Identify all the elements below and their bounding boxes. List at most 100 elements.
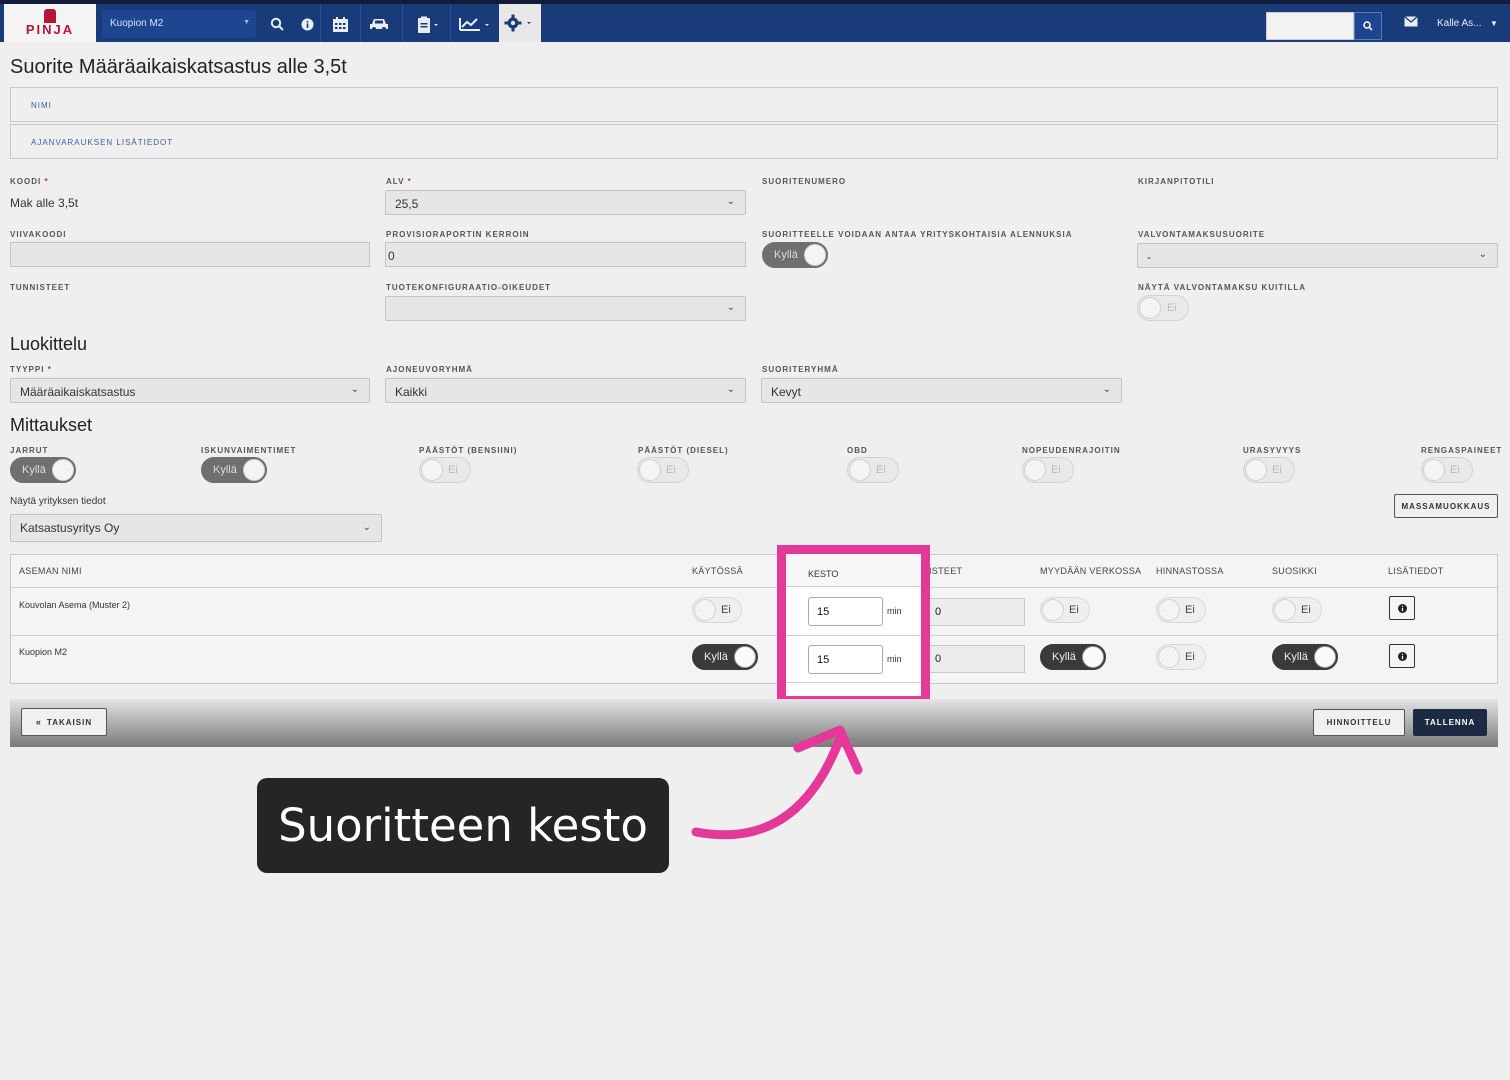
row1-kaytossa-toggle[interactable]: Ei: [692, 597, 742, 623]
row2-info-button[interactable]: [1389, 644, 1415, 668]
toggle-knob: [1158, 646, 1180, 668]
ajoneuvo-label: AJONEUVORYHMÄ: [386, 365, 473, 374]
suoriteryhma-value: Kevyt: [771, 385, 802, 399]
row1-myydaan-toggle[interactable]: Ei: [1040, 597, 1090, 623]
urasyvyys-label: URASYVYYS: [1243, 446, 1302, 455]
nopeudenrajoitin-toggle[interactable]: Ei: [1022, 457, 1074, 483]
yritys-select[interactable]: Katsastusyritys Oy ⌄: [10, 514, 382, 542]
section-ajanvaraus[interactable]: AJANVARAUKSEN LISÄTIEDOT: [10, 124, 1498, 159]
toolbar-divider: [402, 4, 403, 42]
paastot-diesel-toggle[interactable]: Ei: [637, 457, 689, 483]
search-icon[interactable]: [266, 9, 288, 39]
luokittelu-heading: Luokittelu: [10, 334, 88, 354]
row-divider: [11, 635, 1497, 636]
paastot-bensiini-toggle[interactable]: Ei: [419, 457, 471, 483]
obd-toggle[interactable]: Ei: [847, 457, 899, 483]
user-menu[interactable]: Kalle As...: [1437, 18, 1481, 29]
viivakoodi-input[interactable]: [10, 242, 370, 267]
row1-suosikki-toggle[interactable]: Ei: [1272, 597, 1322, 623]
row2-kesto-unit: min: [887, 654, 902, 664]
info-icon[interactable]: [296, 9, 318, 39]
iskunvaimentimet-toggle[interactable]: Kyllä: [201, 457, 267, 483]
massamuokkaus-button[interactable]: MASSAMUOKKAUS: [1394, 494, 1498, 518]
toggle-knob: [1082, 646, 1104, 668]
urasyvyys-toggle[interactable]: Ei: [1243, 457, 1295, 483]
stations-table: ASEMAN NIMI KÄYTÖSSÄ ISTEET MYYDÄÄN VERK…: [10, 554, 1498, 684]
provisio-input[interactable]: 0: [385, 242, 746, 267]
chevron-down-icon: ⌄: [350, 384, 359, 395]
kesto-highlight: KESTO 15 min 15 min: [777, 545, 930, 705]
search-icon: [1363, 21, 1373, 31]
chevron-down-icon[interactable]: ▼: [1490, 19, 1498, 28]
valvonta-select[interactable]: - ⌄: [1137, 243, 1498, 268]
row1-tunniste-input[interactable]: 0: [929, 598, 1025, 626]
double-chevron-left-icon: «: [35, 717, 42, 727]
iskunvaimentimet-toggle-text: Kyllä: [213, 464, 237, 476]
rengaspaineet-toggle[interactable]: Ei: [1421, 457, 1473, 483]
nayta-valvonta-toggle[interactable]: Ei: [1137, 295, 1189, 321]
car-icon[interactable]: [366, 9, 394, 39]
toggle-knob: [804, 244, 826, 266]
valvonta-label: VALVONTAMAKSUSUORITE: [1138, 230, 1266, 239]
row2-suosikki-toggle[interactable]: Kyllä: [1272, 644, 1338, 670]
tuotekonf-select[interactable]: ⌄: [385, 296, 746, 321]
toggle-knob: [1423, 459, 1445, 481]
row1-info-button[interactable]: [1389, 596, 1415, 620]
chevron-down-icon: ▼: [243, 19, 250, 26]
chevron-down-icon: ⌄: [726, 302, 735, 313]
mail-icon[interactable]: [1404, 16, 1418, 30]
row1-hinnastossa-toggle[interactable]: Ei: [1156, 597, 1206, 623]
row2-tunniste-input[interactable]: 0: [929, 645, 1025, 673]
toggle-knob: [849, 459, 871, 481]
tutorial-callout: Suoritteen kesto: [257, 778, 669, 873]
alennus-toggle-text: Kyllä: [774, 249, 798, 261]
gear-icon[interactable]: [499, 4, 541, 42]
toolbar-divider: [320, 4, 321, 42]
row2-hinnastossa-toggle[interactable]: Ei: [1156, 644, 1206, 670]
suoriteryhma-select[interactable]: Kevyt ⌄: [761, 378, 1122, 403]
tyyppi-value: Määräaikaiskatsastus: [20, 385, 136, 399]
jarrut-toggle-text: Kyllä: [22, 464, 46, 476]
toggle-knob: [694, 599, 716, 621]
pricing-button[interactable]: HINNOITTELU: [1313, 709, 1405, 736]
alv-value: 25,5: [395, 197, 419, 211]
row1-myydaan-text: Ei: [1069, 604, 1079, 616]
yritys-label: Näytä yrityksen tiedot: [10, 496, 106, 507]
chart-icon[interactable]: [456, 9, 494, 39]
location-select[interactable]: Kuopion M2 ▼: [102, 10, 256, 38]
col-myydaan: MYYDÄÄN VERKOSSA: [1040, 566, 1142, 576]
nopeudenrajoitin-label: NOPEUDENRAJOITIN: [1022, 446, 1121, 455]
logo-mark-icon: [44, 9, 56, 23]
row2-myydaan-toggle[interactable]: Kyllä: [1040, 644, 1106, 670]
toggle-knob: [1024, 459, 1046, 481]
pinja-logo[interactable]: PINJA: [4, 4, 96, 42]
header-divider: [11, 587, 1497, 588]
section-nimi[interactable]: NIMI: [10, 87, 1498, 122]
toggle-knob: [1245, 459, 1267, 481]
search-button[interactable]: [1354, 12, 1382, 40]
ajoneuvo-select[interactable]: Kaikki ⌄: [385, 378, 746, 403]
clipboard-icon[interactable]: [410, 9, 446, 39]
tyyppi-select[interactable]: Määräaikaiskatsastus ⌄: [10, 378, 370, 403]
alv-select[interactable]: 25,5 ⌄: [385, 190, 746, 215]
jarrut-toggle[interactable]: Kyllä: [10, 457, 76, 483]
row2-kaytossa-toggle[interactable]: Kyllä: [692, 644, 758, 670]
toggle-knob: [1042, 599, 1064, 621]
alennus-toggle[interactable]: Kyllä: [762, 242, 828, 268]
calendar-icon[interactable]: [328, 9, 352, 39]
save-button[interactable]: TALLENNA: [1413, 709, 1487, 736]
global-search-input[interactable]: [1266, 12, 1354, 40]
rengaspaineet-toggle-text: Ei: [1450, 464, 1460, 476]
col-hinnastossa: HINNASTOSSA: [1156, 566, 1224, 576]
page-title: Suorite Määräaikaiskatsastus alle 3,5t: [10, 56, 347, 78]
col-suosikki: SUOSIKKI: [1272, 566, 1317, 576]
toggle-knob: [421, 459, 443, 481]
nopeudenrajoitin-toggle-text: Ei: [1051, 464, 1061, 476]
alv-label: ALV *: [386, 177, 412, 186]
info-icon: [1397, 651, 1407, 661]
row2-kesto-input[interactable]: 15: [808, 645, 883, 674]
back-button[interactable]: « TAKAISIN: [21, 708, 107, 736]
row1-kesto-input[interactable]: 15: [808, 597, 883, 626]
chevron-down-icon: ⌄: [726, 196, 735, 207]
obd-toggle-text: Ei: [876, 464, 886, 476]
